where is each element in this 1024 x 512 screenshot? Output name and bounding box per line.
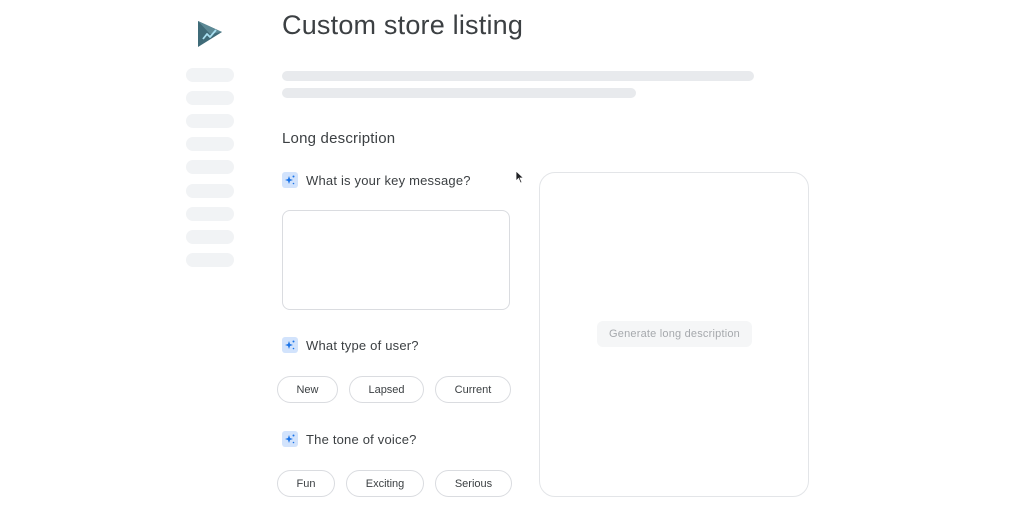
chip-current[interactable]: Current (435, 376, 511, 403)
key-message-input[interactable] (282, 210, 510, 310)
sparkle-icon (282, 431, 298, 447)
sidebar-item[interactable] (186, 184, 234, 198)
question-label: What type of user? (306, 337, 419, 353)
generate-long-description-button[interactable]: Generate long description (597, 321, 752, 347)
page-title: Custom store listing (282, 10, 524, 40)
skeleton-text-line (282, 71, 754, 81)
mouse-cursor-icon (515, 170, 525, 184)
sidebar-item[interactable] (186, 207, 234, 221)
sidebar-item[interactable] (186, 68, 234, 82)
question-label: The tone of voice? (306, 431, 417, 447)
sidebar-item[interactable] (186, 137, 234, 151)
chip-exciting[interactable]: Exciting (346, 470, 424, 497)
user-type-chips: New Lapsed Current (277, 376, 511, 403)
user-type-question: What type of user? (282, 337, 419, 353)
sparkle-icon (282, 172, 298, 188)
chip-fun[interactable]: Fun (277, 470, 335, 497)
sidebar-item[interactable] (186, 91, 234, 105)
chip-lapsed[interactable]: Lapsed (349, 376, 424, 403)
question-label: What is your key message? (306, 172, 471, 188)
tone-chips: Fun Exciting Serious (277, 470, 512, 497)
skeleton-text-line (282, 88, 636, 98)
chip-serious[interactable]: Serious (435, 470, 512, 497)
chip-new[interactable]: New (277, 376, 338, 403)
custom-store-listing-page: Custom store listing Long description Wh… (0, 0, 1024, 512)
sidebar-item[interactable] (186, 253, 234, 267)
sidebar-item[interactable] (186, 230, 234, 244)
sidebar-item[interactable] (186, 160, 234, 174)
sparkle-icon (282, 337, 298, 353)
tone-question: The tone of voice? (282, 431, 417, 447)
section-title: Long description (282, 130, 396, 147)
sidebar-item[interactable] (186, 114, 234, 128)
key-message-question: What is your key message? (282, 172, 471, 188)
play-console-logo-icon[interactable] (196, 20, 224, 48)
